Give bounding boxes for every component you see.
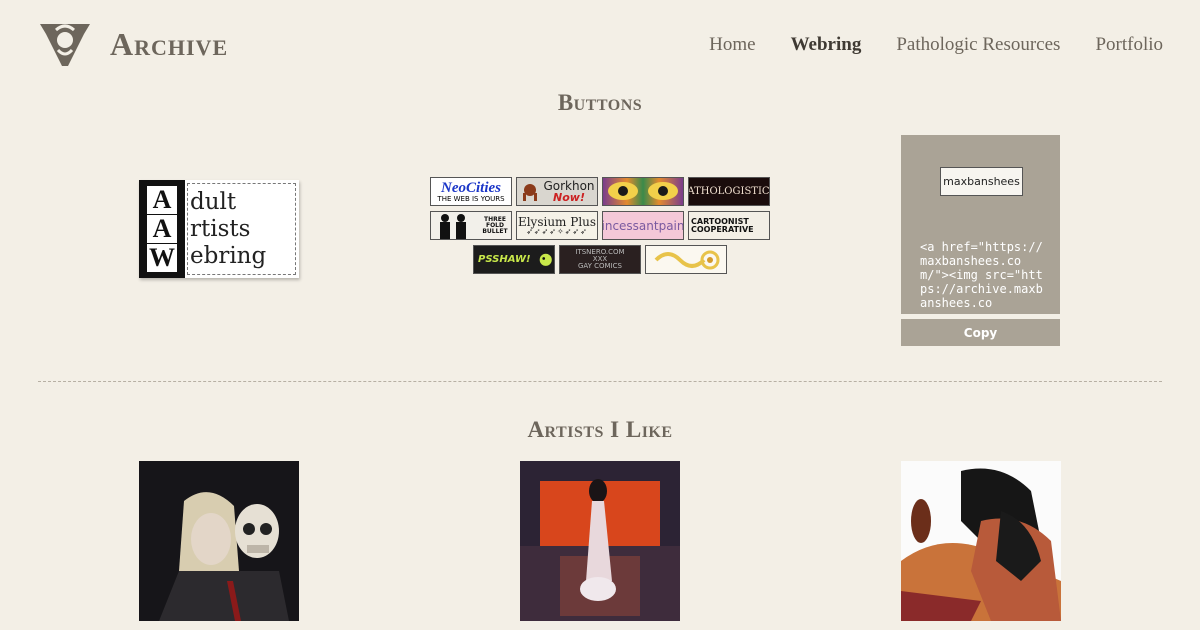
embed-code-text[interactable]: <a href="https://maxbanshees.com/"><img … [920,240,1045,308]
pathologistics-badge[interactable]: PATHOLOGISTICS [688,177,770,206]
silhouettes-icon [440,214,466,239]
badge-text: GAY COMICS [577,262,622,270]
neocities-badge[interactable]: NeoCities THE WEB IS YOURS [430,177,512,206]
aaw-line: dult [190,188,237,215]
aaw-text: dult rtists ebring [187,183,296,275]
eyes-badge[interactable] [602,177,684,206]
aaw-line: rtists [190,215,251,242]
aaw-line: ebring [190,242,267,269]
aaw-letter-strip: A A W [139,180,185,278]
link-code-box: maxbanshees <a href="https://maxbanshees… [901,135,1060,346]
site-title[interactable]: Archive [110,26,228,63]
artist-thumbnail[interactable] [901,461,1061,621]
badge-text: Now! [553,191,585,204]
aaw-letter: W [147,243,177,272]
badge-text: THE WEB IS YOURS [437,194,505,203]
section-divider [38,381,1162,382]
artwork-image [139,461,299,621]
badge-text: PATHOLOGISTICS [688,185,770,197]
badge-text: Elysium Plus [517,214,597,229]
creature-icon [539,253,552,266]
site-header: Archive Home Webring Pathologic Resource… [0,0,1200,90]
main-nav: Home Webring Pathologic Resources Portfo… [709,34,1163,56]
badge-text: incessantpain [602,218,684,233]
badge-text: THREE FOLD BULLET [482,215,508,235]
badge-text: PSSHAW! [478,253,531,265]
copy-button[interactable]: Copy [901,314,1060,346]
gorkhon-icon [523,183,538,201]
badge-text: NeoCities [441,179,501,196]
maxbanshees-preview-button[interactable]: maxbanshees [940,167,1023,196]
artwork-image [520,461,680,621]
nav-pathologic-resources[interactable]: Pathologic Resources [896,34,1060,56]
eyes-icon [608,182,678,200]
gorkhon-now-badge[interactable]: Gorkhon Now! [516,177,598,206]
aaw-letter: A [147,186,177,214]
badge-text: COOPERATIVE [691,224,754,234]
incessantpain-badge[interactable]: incessantpain [602,211,684,240]
logo-icon[interactable] [38,20,92,70]
swirl-icon [654,250,720,270]
itsnero-badge[interactable]: ITSNERO.COM XXX GAY COMICS [559,245,641,274]
buttons-heading: Buttons [557,90,643,115]
psshaw-badge[interactable]: PSSHAW! [473,245,555,274]
nav-webring[interactable]: Webring [791,34,862,56]
decorative-arrows-icon: ➶➶➶➶✧➶➶➶ [526,226,588,236]
nav-portfolio[interactable]: Portfolio [1095,34,1163,56]
cartoonist-cooperative-badge[interactable]: CARTOONIST COOPERATIVE [688,211,770,240]
elysium-plus-badge[interactable]: Elysium Plus ➶➶➶➶✧➶➶➶ [516,211,598,240]
nav-home[interactable]: Home [709,34,755,56]
artists-heading: Artists I Like [527,417,673,442]
artist-thumbnail[interactable] [520,461,680,621]
aaw-letter: A [147,215,177,243]
artwork-image [901,461,1061,621]
adult-artists-webring-button[interactable]: A A W dult rtists ebring [139,180,299,278]
swirl-badge[interactable] [645,245,727,274]
artist-thumbnail[interactable] [139,461,299,621]
three-fold-bullet-badge[interactable]: THREE FOLD BULLET [430,211,512,240]
